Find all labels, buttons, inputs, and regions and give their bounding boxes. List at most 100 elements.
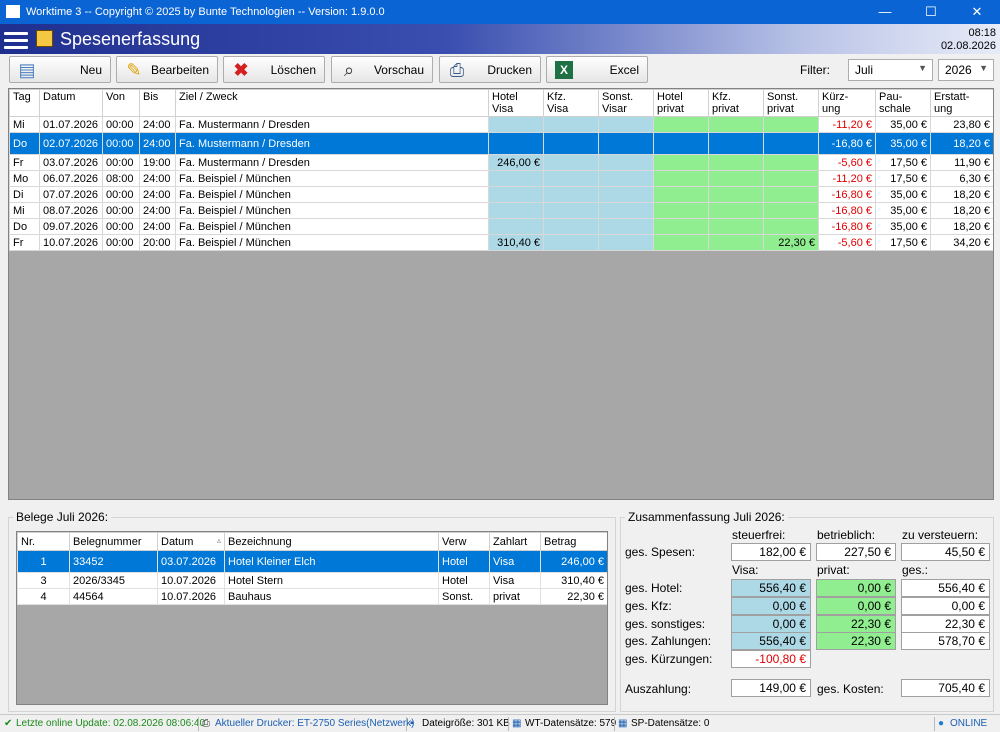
grid-column-header[interactable]: Erstatt-ung [930, 89, 993, 117]
header-label: Belegnummer [73, 535, 142, 548]
grid-cell-kp [708, 234, 764, 251]
grid-cell-tag: Fr [9, 234, 40, 251]
beleg-row[interactable]: 4 44564 10.07.2026 Bauhaus Sonst. privat 22,30… [17, 588, 607, 605]
grid-column-header[interactable]: Tag [9, 89, 40, 117]
grid-cell-ziel: Fa. Beispiel / München [175, 186, 489, 203]
new-button-label: Neu [79, 63, 102, 77]
header-line: privat [767, 103, 794, 115]
year-select[interactable]: 2026 ▼ [938, 59, 994, 81]
sort-ascending-icon: ▵ [216, 535, 221, 545]
belege-column-header[interactable]: Belegnummer [69, 532, 158, 551]
sonst-visa-field: 0,00 € [731, 615, 811, 633]
maximize-button[interactable]: ☐ [908, 0, 954, 24]
header-label: Datum [161, 535, 194, 548]
beleg-cell-nr: 1 [17, 550, 70, 573]
grid-row[interactable]: Do 09.07.2026 00:00 24:00 Fa. Beispiel / Mün… [9, 218, 993, 235]
col-steuerfrei-label: steuerfrei: [732, 528, 786, 542]
expense-module-icon [36, 30, 53, 47]
preview-button[interactable]: ⌕ Vorschau [331, 56, 433, 83]
belege-column-header[interactable]: Verw [438, 532, 490, 551]
beleg-cell-datum: 10.07.2026 [157, 572, 225, 589]
grid-column-header[interactable]: Kfz. Visa [543, 89, 599, 117]
grid-column-header[interactable]: Hotel privat [653, 89, 709, 117]
header-label: Zahlart [493, 535, 528, 548]
grid-row[interactable]: Do 02.07.2026 00:00 24:00 Fa. Mustermann / D… [9, 132, 993, 155]
beleg-cell-bez: Hotel Stern [224, 572, 439, 589]
grid-column-header[interactable]: Datum [39, 89, 103, 117]
month-select[interactable]: Juli ▼ [848, 59, 933, 81]
grid-row[interactable]: Mi 08.07.2026 00:00 24:00 Fa. Beispiel / Mün… [9, 202, 993, 219]
grid-cell-kp [708, 218, 764, 235]
sp-records-text: SP-Datensätze: 0 [631, 718, 710, 729]
grid-row[interactable]: Mi 01.07.2026 00:00 24:00 Fa. Mustermann / D… [9, 116, 993, 133]
grid-cell-erst: 11,90 € [930, 154, 993, 171]
clock: 08:18 02.08.2026 [941, 27, 996, 53]
grid-column-header[interactable]: Pau-schale [875, 89, 931, 117]
grid-cell-pausch: 17,50 € [875, 154, 931, 171]
grid-cell-von: 08:00 [102, 170, 140, 187]
grid-cell-hv [488, 218, 544, 235]
excel-button[interactable]: X Excel [546, 56, 648, 83]
grid-column-header[interactable]: Sonst. Visar [598, 89, 654, 117]
header-line: Bis [143, 91, 159, 103]
belege-column-header[interactable]: Nr. [17, 532, 70, 551]
grid-cell-von: 00:00 [102, 234, 140, 251]
auszahlung-field: 149,00 € [731, 679, 811, 697]
month-select-value: Juli [855, 63, 874, 77]
print-button-label: Drucken [487, 63, 532, 77]
header-line: Datum [43, 91, 76, 103]
belege-column-header[interactable]: Zahlart [489, 532, 541, 551]
header-line: Kürz- [822, 91, 849, 103]
new-button[interactable]: ▤ Neu [9, 56, 111, 83]
header-label: Nr. [21, 535, 36, 548]
edit-button[interactable]: ✎ Bearbeiten [116, 56, 218, 83]
minimize-button[interactable]: — [862, 0, 908, 24]
grid-cell-kv [543, 116, 599, 133]
grid-cell-kuerz: -16,80 € [818, 186, 876, 203]
grid-cell-kp [708, 202, 764, 219]
header-line: Hotel [492, 91, 518, 103]
grid-column-header[interactable]: Sonst. privat [763, 89, 819, 117]
grid-cell-kuerz: -11,20 € [818, 116, 876, 133]
online-status: ONLINE [950, 718, 988, 729]
grid-column-header[interactable]: Kürz-ung [818, 89, 876, 117]
grid-column-header[interactable]: Hotel Visa [488, 89, 544, 117]
belege-column-header[interactable]: Datum ▵ [157, 532, 225, 551]
ges-hotel-label: ges. Hotel: [625, 581, 683, 595]
grid-row[interactable]: Mo 06.07.2026 08:00 24:00 Fa. Beispiel / Mün… [9, 170, 993, 187]
grid-row[interactable]: Di 07.07.2026 00:00 24:00 Fa. Beispiel / Mün… [9, 186, 993, 203]
grid-cell-tag: Mo [9, 170, 40, 187]
grid-cell-von: 00:00 [102, 202, 140, 219]
expense-grid[interactable]: Tag Datum Von Bis Ziel / Zweck Hotel Visa Kfz. V… [8, 88, 994, 500]
grid-cell-sv [598, 218, 654, 235]
beleg-row[interactable]: 3 2026/3345 10.07.2026 Hotel Stern Hotel Visa… [17, 572, 607, 589]
grid-column-header[interactable]: Ziel / Zweck [175, 89, 489, 117]
grid-cell-sp [763, 154, 819, 171]
grid-cell-kuerz: -16,80 € [818, 218, 876, 235]
print-button[interactable]: ⎙ Drucken [439, 56, 541, 83]
belege-list[interactable]: Nr. Belegnummer Datum ▵ Bezeichnung Verw Zahla… [16, 531, 608, 705]
hamburger-menu-icon[interactable] [4, 28, 28, 50]
close-button[interactable]: ✕ [954, 0, 1000, 24]
grid-cell-sp [763, 202, 819, 219]
grid-cell-ziel: Fa. Beispiel / München [175, 202, 489, 219]
header-label: Betrag [544, 535, 577, 548]
beleg-cell-betrag: 246,00 € [540, 550, 607, 573]
sonst-ges-field: 22,30 € [901, 615, 990, 633]
grid-column-header[interactable]: Von [102, 89, 140, 117]
printer-status-text[interactable]: Aktueller Drucker: ET-2750 Series(Netzwe… [215, 718, 415, 729]
header-line: schale [879, 103, 911, 115]
delete-button[interactable]: ✖ Löschen [223, 56, 325, 83]
update-check-icon: ✔ [4, 718, 13, 729]
grid-cell-tag: Do [9, 218, 40, 235]
grid-row[interactable]: Fr 10.07.2026 00:00 20:00 Fa. Beispiel / Mün… [9, 234, 993, 251]
header-line: Visar [602, 103, 627, 115]
grid-row[interactable]: Fr 03.07.2026 00:00 19:00 Fa. Mustermann / D… [9, 154, 993, 171]
belege-column-header[interactable]: Betrag [540, 532, 607, 551]
belege-column-header[interactable]: Bezeichnung [224, 532, 439, 551]
grid-column-header[interactable]: Kfz. privat [708, 89, 764, 117]
beleg-row[interactable]: 1 33452 03.07.2026 Hotel Kleiner Elch Hotel V… [17, 550, 607, 573]
beleg-cell-nummer: 2026/3345 [69, 572, 158, 589]
printer-icon: ⎙ [449, 60, 465, 80]
grid-column-header[interactable]: Bis [139, 89, 176, 117]
